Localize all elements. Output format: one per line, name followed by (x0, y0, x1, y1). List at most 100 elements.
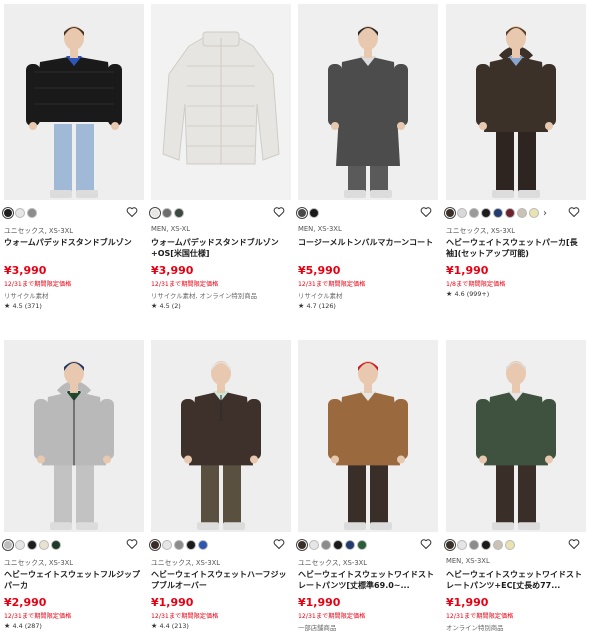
color-swatch[interactable] (16, 209, 24, 217)
product-category: ユニセックス, XS-3XL (151, 559, 221, 567)
product-grid: ユニセックス, XS-3XL ウォームパデッドスタンドブルゾン ¥3,990 12/3… (0, 0, 596, 632)
product-image[interactable] (298, 4, 438, 200)
product-photo (298, 340, 438, 532)
color-swatch[interactable] (298, 541, 306, 549)
color-swatch[interactable] (151, 541, 159, 549)
color-swatch[interactable] (518, 209, 526, 217)
color-swatch[interactable] (28, 209, 36, 217)
product-price: ¥1,990 (151, 596, 194, 609)
product-name[interactable]: コージーメルトンバルマカーンコート (298, 237, 438, 259)
product-name[interactable]: ヘビーウェイトスウェットパーカ[長袖](セットアップ可能) (446, 237, 586, 259)
product-name[interactable]: ヘビーウェイトスウェットワイドストレートパンツ+EC[丈長め77... (446, 569, 586, 591)
product-card[interactable]: ユニセックス, XS-3XL ヘビーウェイトスウェットワイドストレートパンツ[丈標… (298, 340, 438, 632)
product-card[interactable]: MEN, XS-3XL ヘビーウェイトスウェットワイドストレートパンツ+EC[丈長… (446, 340, 586, 632)
rating-value: 4.5 (12, 302, 23, 310)
color-swatch[interactable] (470, 541, 478, 549)
product-card[interactable]: ユニセックス, XS-3XL ウォームパデッドスタンドブルゾン ¥3,990 12/3… (4, 4, 144, 311)
heart-outline-icon[interactable] (568, 538, 580, 550)
color-swatch[interactable] (163, 209, 171, 217)
product-name[interactable]: ウォームパデッドスタンドブルゾン+OS[米国仕様] (151, 237, 291, 259)
color-swatch[interactable] (151, 209, 159, 217)
color-swatch[interactable] (175, 209, 183, 217)
color-swatch[interactable] (494, 209, 502, 217)
product-name[interactable]: ヘビーウェイトスウェットフルジップパーカ (4, 569, 144, 591)
product-name[interactable]: ヘビーウェイトスウェットワイドストレートパンツ[丈標準69.0~... (298, 569, 438, 591)
product-note: リサイクル素材, オンライン特別商品 (151, 292, 257, 300)
color-swatch[interactable] (482, 209, 490, 217)
color-swatches: › (446, 206, 586, 220)
product-image[interactable] (298, 340, 438, 532)
color-swatch[interactable] (163, 541, 171, 549)
color-swatch[interactable] (482, 541, 490, 549)
product-rating: ★ 4.6 (999+) (446, 290, 586, 299)
heart-outline-icon[interactable] (126, 538, 138, 550)
product-category: ユニセックス, XS-3XL (4, 227, 74, 235)
review-count: (287) (24, 622, 42, 630)
color-swatch[interactable] (310, 541, 318, 549)
color-swatch[interactable] (199, 541, 207, 549)
product-card[interactable]: › ユニセックス, XS-3XL ヘビーウェイトスウェットパーカ[長袖](セットアッ… (446, 4, 586, 299)
product-image[interactable] (446, 4, 586, 200)
product-image[interactable] (4, 4, 144, 200)
color-swatch[interactable] (298, 209, 306, 217)
product-name[interactable]: ヘビーウェイトスウェットハーフジップブルオーバー (151, 569, 291, 591)
color-swatch[interactable] (310, 209, 318, 217)
rating-value: 4.5 (159, 302, 170, 310)
product-rating: ★ 4.7 (126) (298, 302, 438, 311)
color-swatch[interactable] (458, 541, 466, 549)
product-image[interactable] (446, 340, 586, 532)
product-price: ¥1,990 (298, 596, 341, 609)
product-price: ¥5,990 (298, 264, 341, 277)
product-category: MEN, XS-XL (151, 225, 191, 233)
product-rating: ★ 4.5 (2) (151, 302, 291, 311)
color-swatch[interactable] (506, 541, 514, 549)
heart-outline-icon[interactable] (273, 538, 285, 550)
product-card[interactable]: MEN, XS-XL ウォームパデッドスタンドブルゾン+OS[米国仕様] ¥3,99… (151, 4, 291, 311)
product-card[interactable]: ユニセックス, XS-3XL ヘビーウェイトスウェットハーフジップブルオーバー ¥1… (151, 340, 291, 631)
color-swatch[interactable] (40, 541, 48, 549)
color-swatch[interactable] (187, 541, 195, 549)
product-photo (446, 340, 586, 532)
color-swatch[interactable] (175, 541, 183, 549)
color-swatch[interactable] (346, 541, 354, 549)
product-image[interactable] (151, 4, 291, 200)
product-category: MEN, XS-3XL (298, 225, 342, 233)
heart-outline-icon[interactable] (568, 206, 580, 218)
product-category: ユニセックス, XS-3XL (4, 559, 74, 567)
product-price: ¥3,990 (4, 264, 47, 277)
product-card[interactable]: MEN, XS-3XL コージーメルトンバルマカーンコート ¥5,990 12/31ま… (298, 4, 438, 311)
product-rating: ★ 4.5 (371) (4, 302, 144, 311)
color-swatch[interactable] (358, 541, 366, 549)
product-card[interactable]: ユニセックス, XS-3XL ヘビーウェイトスウェットフルジップパーカ ¥2,990… (4, 340, 144, 631)
star-icon: ★ (4, 622, 13, 630)
product-note: 一部店舗商品 (298, 624, 337, 632)
color-swatch[interactable] (446, 541, 454, 549)
color-swatch[interactable] (506, 209, 514, 217)
review-count: (371) (24, 302, 42, 310)
color-swatch[interactable] (16, 541, 24, 549)
product-price: ¥3,990 (151, 264, 194, 277)
color-swatch[interactable] (530, 209, 538, 217)
chevron-right-icon[interactable]: › (543, 208, 547, 219)
heart-outline-icon[interactable] (126, 206, 138, 218)
color-swatch[interactable] (322, 541, 330, 549)
promo-text: 12/31まで期間限定価格 (151, 281, 219, 288)
color-swatch[interactable] (334, 541, 342, 549)
heart-outline-icon[interactable] (420, 206, 432, 218)
color-swatch[interactable] (494, 541, 502, 549)
promo-text: 12/31まで期間限定価格 (4, 281, 72, 288)
heart-outline-icon[interactable] (273, 206, 285, 218)
heart-outline-icon[interactable] (420, 538, 432, 550)
product-image[interactable] (151, 340, 291, 532)
review-count: (126) (318, 302, 336, 310)
product-name[interactable]: ウォームパデッドスタンドブルゾン (4, 237, 144, 259)
color-swatch[interactable] (4, 209, 12, 217)
color-swatch[interactable] (458, 209, 466, 217)
product-image[interactable] (4, 340, 144, 532)
color-swatch[interactable] (470, 209, 478, 217)
color-swatch[interactable] (28, 541, 36, 549)
color-swatch[interactable] (4, 541, 12, 549)
product-photo (151, 4, 291, 200)
color-swatch[interactable] (446, 209, 454, 217)
color-swatch[interactable] (52, 541, 60, 549)
